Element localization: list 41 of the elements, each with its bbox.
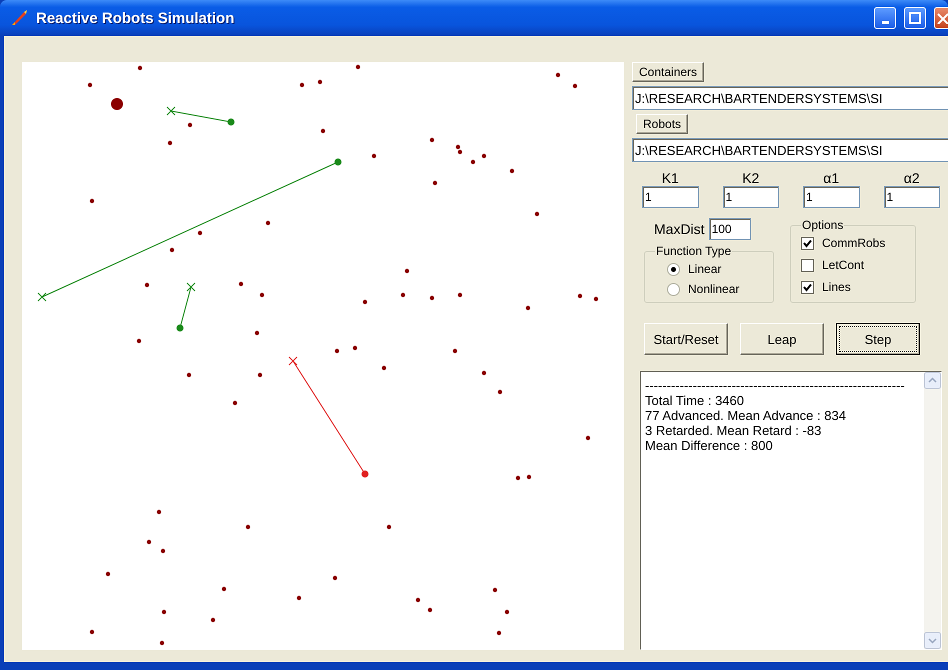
containers-button[interactable]: Containers [632, 62, 704, 82]
maximize-button[interactable] [904, 7, 926, 29]
close-button[interactable] [934, 7, 948, 29]
action-button[interactable]: Start/Reset [644, 323, 728, 355]
checkbox[interactable] [801, 258, 814, 272]
action-button[interactable]: Leap [740, 323, 824, 355]
checkbox[interactable] [801, 236, 814, 250]
robots-button[interactable]: Robots [636, 114, 688, 134]
parameter-field[interactable]: 1 [722, 186, 779, 208]
robots-path-field[interactable]: J:\RESEARCH\BARTENDERSYSTEMS\SI [632, 138, 948, 162]
parameter-label: K1 [662, 170, 679, 186]
log-line: ------------------------------------------------------------ [645, 378, 906, 393]
max-dist-field[interactable]: 100 [708, 218, 751, 240]
minimize-button[interactable] [874, 7, 896, 29]
containers-path-field[interactable]: J:\RESEARCH\BARTENDERSYSTEMS\SI [632, 86, 948, 110]
checkbox-label: LetCont [822, 258, 864, 272]
minimize-icon [882, 20, 888, 24]
radio-label: Linear [688, 262, 722, 276]
checkbox-label: Lines [822, 280, 851, 294]
window-title: Reactive Robots Simulation [36, 10, 236, 26]
action-button[interactable]: Step [836, 323, 920, 355]
parameter-field[interactable]: 1 [884, 186, 940, 208]
log-line: 77 Advanced. Mean Advance : 834 [645, 408, 847, 423]
group-title: Options [801, 218, 844, 232]
radio-button[interactable] [667, 282, 680, 296]
log-line: Mean Difference : 800 [645, 438, 774, 453]
checkbox-label: CommRobs [822, 236, 886, 250]
checkbox[interactable] [801, 280, 814, 294]
radio-button[interactable] [667, 262, 680, 276]
log-line: Total Time : 3460 [645, 393, 745, 408]
log-line: 3 Retarded. Mean Retard : -83 [645, 423, 822, 438]
close-icon [936, 12, 948, 24]
parameter-field[interactable]: 1 [803, 186, 860, 208]
maximize-icon [909, 12, 921, 24]
parameter-label: K2 [742, 170, 760, 186]
parameter-field[interactable]: 1 [642, 186, 698, 208]
parameter-label: α2 [904, 170, 920, 186]
radio-label: Nonlinear [688, 282, 740, 296]
group-title: Function Type [655, 244, 732, 258]
max-dist-label: MaxDist [654, 221, 705, 237]
parameter-label: α1 [823, 170, 840, 186]
